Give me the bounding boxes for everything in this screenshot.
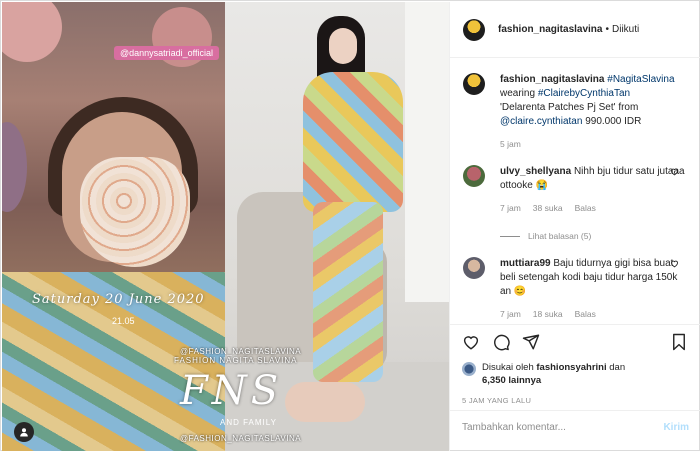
comment-button[interactable] — [492, 333, 510, 351]
likes-text: Disukai oleh fashionsyahrini dan 6,350 l… — [482, 361, 625, 387]
caption-meta: 5 jam — [500, 139, 691, 149]
comment-time[interactable]: 7 jam — [500, 203, 521, 213]
caption-price: 990.000 IDR — [585, 116, 642, 127]
comment-author[interactable]: ulvy_shellyana — [500, 166, 571, 177]
caption-author[interactable]: fashion_nagitaslavina — [500, 74, 604, 85]
flower-decoration — [2, 122, 27, 212]
comment-meta: 7 jam 18 suka Balas — [500, 309, 691, 319]
caption-text-part: 'Delarenta Patches Pj Set' from — [500, 102, 639, 113]
likes-prefix: Disukai oleh — [482, 362, 534, 373]
liker-username[interactable]: fashionsyahrini — [536, 362, 606, 373]
like-comment-button[interactable] — [670, 259, 679, 268]
reply-button[interactable]: Balas — [575, 203, 596, 213]
hashtag-link[interactable]: #ClairebyCynthiaTan — [538, 88, 630, 99]
post-timestamp[interactable]: 5 JAM YANG LALU — [462, 396, 531, 405]
post-actions: Disukai oleh fashionsyahrini dan 6,350 l… — [450, 324, 700, 444]
avatar[interactable] — [462, 362, 476, 376]
view-replies-button[interactable]: Lihat balasan (5) — [500, 231, 591, 241]
action-icons — [462, 333, 540, 351]
watermark-handle: @FASHION_NAGITASLAVINA — [180, 347, 302, 356]
caption-text: fashion_nagitaslavina #NagitaSlavina wea… — [500, 73, 691, 129]
bookmark-icon — [673, 333, 685, 351]
caption-text-part: wearing — [500, 88, 536, 99]
header-username[interactable]: fashion_nagitaslavina — [498, 24, 602, 35]
comment-emoji: 😊 — [513, 286, 527, 297]
avatar[interactable] — [463, 257, 485, 279]
comment-form: Kirim — [450, 410, 700, 444]
comment-author[interactable]: muttiara99 — [500, 258, 551, 269]
comment-text: muttiara99 Baju tidurnya gigi bisa buat … — [500, 257, 691, 299]
comment-input[interactable] — [462, 422, 664, 433]
fns-logo: FNS — [180, 368, 283, 414]
hashtag-link[interactable]: #NagitaSlavina — [607, 74, 674, 85]
separator-dot: • — [605, 24, 609, 35]
comment-item: muttiara99 Baju tidurnya gigi bisa buat … — [463, 257, 691, 319]
post-media[interactable]: @dannysatriadi_official Saturday 20 June… — [2, 2, 449, 451]
avatar[interactable] — [463, 18, 485, 41]
comments-list[interactable]: fashion_nagitaslavina #NagitaSlavina wea… — [450, 59, 700, 324]
reply-button[interactable]: Balas — [575, 309, 596, 319]
speech-bubble-icon — [494, 334, 510, 351]
comment-like-count[interactable]: 18 suka — [533, 309, 563, 319]
save-button[interactable] — [671, 333, 687, 351]
likes-count-button[interactable]: 6,350 lainnya — [482, 375, 541, 386]
post-header: fashion_nagitaslavina • Diikuti — [450, 2, 700, 58]
post-side-panel: fashion_nagitaslavina • Diikuti fashion_… — [449, 2, 700, 451]
heart-icon — [671, 260, 678, 268]
mention-sticker[interactable]: @dannysatriadi_official — [114, 46, 220, 60]
window-light — [405, 2, 449, 302]
story-time: 21.05 — [112, 316, 135, 326]
heart-icon — [463, 336, 479, 350]
comment-meta: 7 jam 38 suka Balas — [500, 203, 691, 213]
post-comment-button[interactable]: Kirim — [663, 422, 689, 433]
comment-text: ulvy_shellyana Nihh bju tidur satu jutaa… — [500, 165, 691, 193]
share-button[interactable] — [522, 333, 540, 351]
pajama-pants — [313, 202, 383, 382]
replies-line — [500, 235, 520, 237]
flower-decoration — [2, 2, 62, 62]
person-icon — [20, 428, 28, 437]
follow-status-button[interactable]: Diikuti — [612, 24, 639, 35]
model-feet — [285, 382, 365, 422]
watermark-name: FASHION NAGITA SLAVINA — [174, 356, 298, 365]
mention-link[interactable]: @claire.cynthiatan — [500, 116, 582, 127]
comment-like-count[interactable]: 38 suka — [533, 203, 563, 213]
avatar[interactable] — [463, 73, 485, 95]
watermark-handle-bottom: @FASHION_NAGITASLAVINA — [180, 434, 302, 443]
like-button[interactable] — [462, 333, 480, 351]
comment-time[interactable]: 7 jam — [500, 309, 521, 319]
caption: fashion_nagitaslavina #NagitaSlavina wea… — [463, 73, 691, 149]
view-replies-label: Lihat balasan (5) — [528, 231, 592, 241]
likes-summary: Disukai oleh fashionsyahrini dan 6,350 l… — [462, 361, 625, 387]
story-date: Saturday 20 June 2020 — [32, 292, 205, 307]
likes-and: dan — [609, 362, 626, 373]
comment-emoji: 😭 — [535, 180, 549, 191]
face-mask — [80, 157, 190, 267]
user-tag-button[interactable] — [14, 422, 34, 442]
avatar[interactable] — [463, 165, 485, 187]
caption-time[interactable]: 5 jam — [500, 139, 521, 149]
heart-icon — [671, 168, 678, 176]
model-face — [329, 28, 357, 64]
pajama-top — [303, 72, 403, 212]
comment-item: ulvy_shellyana Nihh bju tidur satu jutaa… — [463, 165, 691, 213]
fns-logo-subtext: AND FAMILY — [220, 418, 277, 427]
like-comment-button[interactable] — [670, 167, 679, 176]
post-window: @dannysatriadi_official Saturday 20 June… — [0, 0, 700, 451]
paper-plane-icon — [522, 334, 540, 350]
